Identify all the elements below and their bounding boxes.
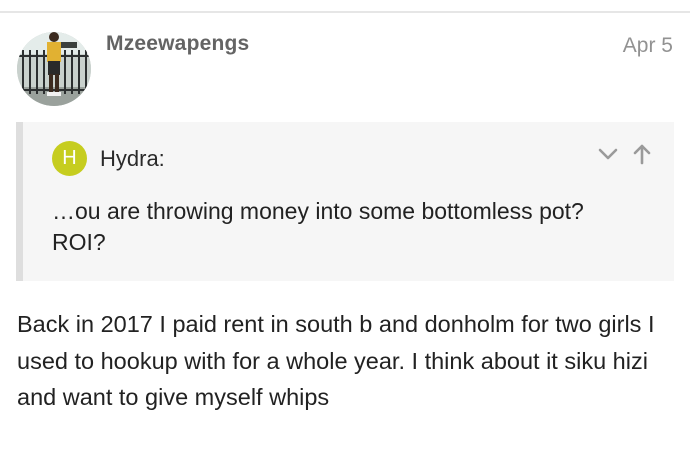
post-date[interactable]: Apr 5 bbox=[623, 34, 673, 58]
quote-author-name: Hydra: bbox=[100, 146, 165, 171]
user-avatar[interactable] bbox=[17, 32, 91, 106]
post-body: Back in 2017 I paid rent in south b and … bbox=[17, 311, 655, 410]
quote-block: H Hydra: …ou are throwing money into som… bbox=[16, 122, 674, 281]
post-divider bbox=[0, 11, 690, 13]
quote-text: …ou are throwing money into some bottoml… bbox=[52, 196, 652, 258]
arrow-up-icon[interactable] bbox=[630, 142, 654, 166]
post-username[interactable]: Mzeewapengs bbox=[106, 32, 249, 56]
avatar-photo-icon bbox=[17, 32, 91, 106]
chevron-down-icon[interactable] bbox=[596, 142, 620, 166]
quote-line: …ou are throwing money into some bottoml… bbox=[52, 198, 584, 224]
quote-controls bbox=[596, 142, 654, 166]
quote-author-avatar[interactable]: H bbox=[52, 141, 87, 176]
quote-line: ROI? bbox=[52, 229, 106, 255]
